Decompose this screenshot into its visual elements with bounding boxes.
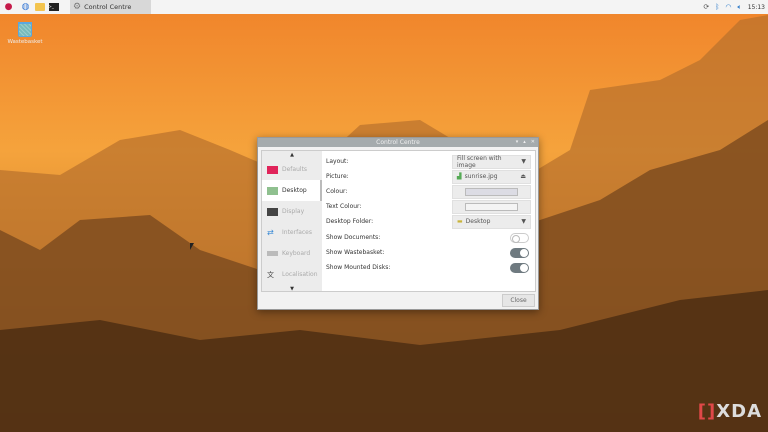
defaults-icon [267,165,278,174]
sidebar-item-display[interactable]: Display [262,201,322,222]
mouse-cursor [190,243,194,250]
title-bar[interactable]: Control Centre ▾ ▴ ✕ [258,138,538,147]
wastebasket-desktop-icon[interactable]: Wastebasket [6,22,44,45]
update-icon[interactable]: ⟳ [703,3,709,11]
interfaces-icon: ⇄ [267,227,274,237]
colour-button[interactable] [452,184,531,199]
scroll-up-icon[interactable]: ▲ [262,151,322,159]
clock[interactable]: 15:13 [748,4,765,11]
colour-swatch [465,187,518,196]
show-documents-toggle[interactable] [510,232,529,243]
folder-icon: ▬ [457,218,463,225]
sidebar-item-defaults[interactable]: Defaults [262,159,322,180]
minimize-icon[interactable]: ▾ [516,138,519,147]
control-centre-dialog: Control Centre ▾ ▴ ✕ ▲ Defaults Desktop … [257,137,539,310]
volume-icon[interactable]: 🔈︎ [738,3,742,12]
sidebar-item-interfaces[interactable]: ⇄ Interfaces [262,222,322,243]
show-wastebasket-toggle[interactable] [510,247,529,258]
image-file-icon: ▟ [457,173,462,180]
desktop-settings: Layout: Fill screen with image ▼ Picture:… [322,151,535,291]
close-button[interactable]: Close [502,294,535,307]
browser-icon[interactable]: ◍ [20,2,31,13]
gear-icon: ⚙ [73,2,82,12]
desktop-icon [267,186,278,195]
sidebar-item-desktop[interactable]: Desktop [262,180,322,201]
show-mounted-disks-toggle[interactable] [510,262,529,273]
wifi-icon[interactable]: ◠ [725,3,731,11]
layout-dropdown[interactable]: Fill screen with image ▼ [452,154,531,169]
scroll-down-icon[interactable]: ▼ [262,285,322,293]
desktop-folder-dropdown[interactable]: ▬ Desktop ▼ [452,214,531,229]
picture-file-chooser[interactable]: ▟ sunrise.jpg ⏏ [452,169,531,184]
chevron-down-icon: ▼ [521,218,526,225]
raspberry-menu-icon[interactable]: ● [3,2,14,13]
sidebar: ▲ Defaults Desktop Display ⇄ Interfaces K… [262,151,322,293]
taskbar: ● ◍ >_ ⚙ Control Centre ⟳ ᛒ ◠ 🔈︎ 15:13 [0,0,768,14]
text-colour-button[interactable] [452,199,531,214]
text-colour-swatch [465,202,518,211]
sidebar-item-keyboard[interactable]: Keyboard [262,243,322,264]
file-manager-icon[interactable] [34,2,45,13]
sidebar-item-localisation[interactable]: 文 Localisation [262,264,322,285]
taskbar-item-control-centre[interactable]: ⚙ Control Centre [70,0,151,14]
keyboard-icon [267,251,278,256]
display-icon [267,207,278,216]
localisation-icon: 文 [267,270,274,279]
terminal-icon[interactable]: >_ [48,2,59,13]
trash-icon [18,22,32,37]
system-tray: ⟳ ᛒ ◠ 🔈︎ 15:13 [703,0,765,14]
close-icon[interactable]: ✕ [531,138,535,147]
maximize-icon[interactable]: ▴ [523,138,526,147]
eject-icon: ⏏ [520,173,526,180]
chevron-down-icon: ▼ [521,158,526,165]
xda-watermark: []XDA [697,401,762,422]
bluetooth-icon[interactable]: ᛒ [715,3,719,11]
